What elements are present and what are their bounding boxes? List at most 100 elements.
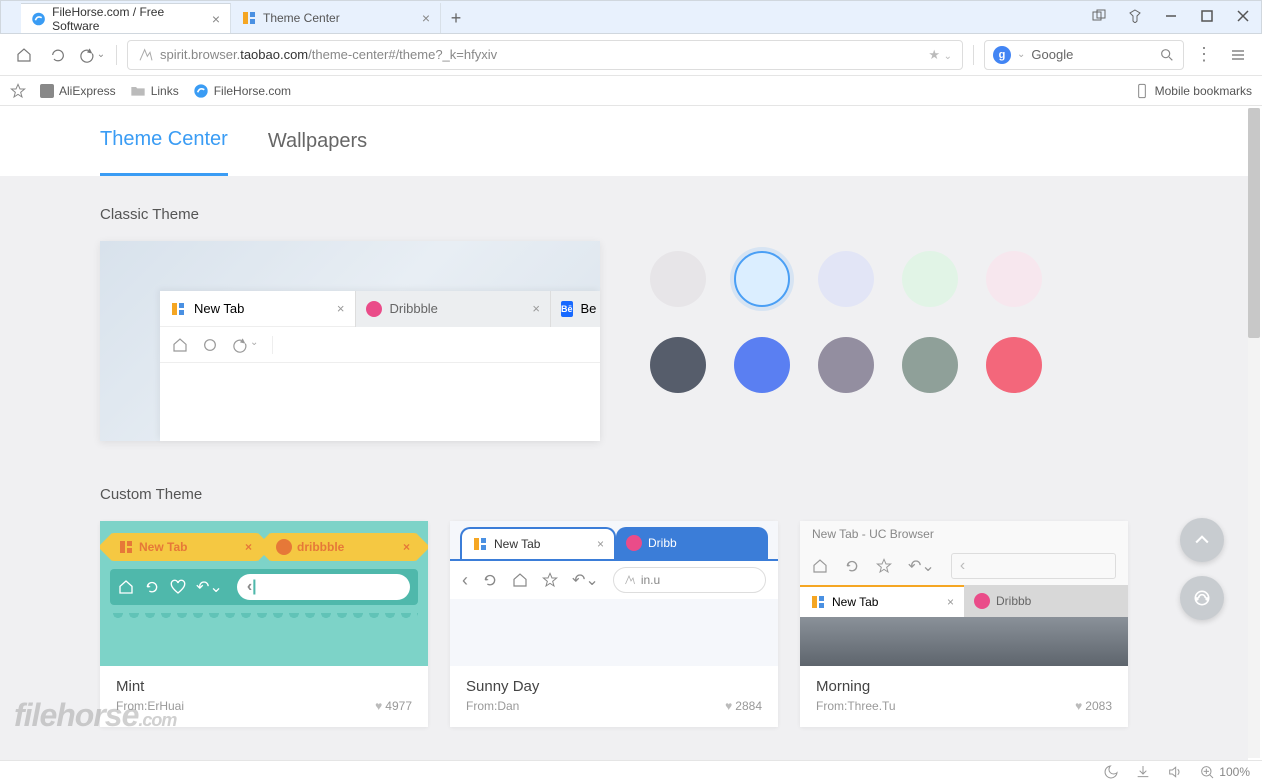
- close-icon: ×: [532, 301, 540, 316]
- uc-icon: [241, 10, 257, 26]
- theme-name: Mint: [116, 678, 412, 695]
- url-text: spirit.browser.taobao.com/theme-center#/…: [160, 47, 497, 62]
- page-icon: [40, 84, 54, 98]
- uc-icon: [170, 301, 186, 317]
- color-swatch[interactable]: [902, 251, 958, 307]
- behance-icon: Bē: [561, 301, 573, 317]
- nav-tabs: Theme Center Wallpapers: [0, 106, 1248, 176]
- reload-icon: [482, 572, 498, 588]
- mock-toolbar: ↶⌄ ‹ |: [110, 569, 418, 605]
- color-swatch[interactable]: [818, 337, 874, 393]
- site-icon: [138, 47, 154, 63]
- back-icon: ⌄: [232, 337, 258, 353]
- color-swatch[interactable]: [650, 337, 706, 393]
- close-icon: ×: [337, 301, 345, 316]
- browser-tab-bar: FileHorse.com / Free Software × Theme Ce…: [0, 0, 1262, 34]
- menu-button[interactable]: [1224, 41, 1252, 69]
- mobile-bookmarks[interactable]: Mobile bookmarks: [1134, 83, 1252, 99]
- undo-icon: ↶⌄: [908, 556, 935, 576]
- close-icon[interactable]: ×: [422, 10, 430, 26]
- bookmark-star-icon[interactable]: ★ ⌄: [928, 47, 952, 63]
- new-tab-button[interactable]: +: [441, 3, 471, 33]
- back-icon: ‹: [462, 570, 468, 591]
- support-button[interactable]: [1180, 576, 1224, 620]
- maximize-button[interactable]: [1189, 0, 1225, 33]
- theme-author: From:Three.Tu: [816, 699, 896, 713]
- separator: [116, 45, 117, 65]
- theme-card-sunny[interactable]: New Tab× Dribb ‹ ↶⌄ in.u S: [450, 521, 778, 727]
- bookmarks-bar: AliExpress Links FileHorse.com Mobile bo…: [0, 76, 1262, 106]
- mock-tab: dribbble×: [268, 533, 418, 561]
- close-button[interactable]: [1225, 0, 1261, 33]
- home-icon: [512, 572, 528, 588]
- bookmark-links[interactable]: Links: [130, 83, 179, 99]
- color-swatch[interactable]: [986, 337, 1042, 393]
- scrollbar-thumb[interactable]: [1248, 108, 1260, 338]
- filehorse-icon: [193, 83, 209, 99]
- search-box[interactable]: g ⌄ Google: [984, 40, 1184, 70]
- bookmark-filehorse[interactable]: FileHorse.com: [193, 83, 291, 99]
- rocket-icon: [624, 574, 636, 586]
- clone-window-icon[interactable]: [1081, 0, 1117, 33]
- mock-tab: Dribbb: [964, 585, 1128, 617]
- star-icon: [542, 572, 558, 588]
- close-icon[interactable]: ×: [212, 11, 220, 27]
- theme-preview: New Tab × Dribbble × Bē Be: [100, 241, 600, 441]
- tab-title: Theme Center: [263, 11, 340, 25]
- color-swatch[interactable]: [650, 251, 706, 307]
- star-icon: [876, 558, 892, 574]
- theme-likes: ♥2884: [725, 699, 762, 713]
- browser-toolbar: ⌄ spirit.browser.taobao.com/theme-center…: [0, 34, 1262, 76]
- theme-author: From:Dan: [466, 699, 519, 713]
- google-icon: g: [993, 46, 1011, 64]
- mock-tab: New Tab×: [460, 527, 616, 559]
- browser-tab-1[interactable]: FileHorse.com / Free Software ×: [21, 3, 231, 33]
- chevron-down-icon[interactable]: ⌄: [1017, 49, 1025, 60]
- reload-icon: [202, 337, 218, 353]
- home-icon: [172, 337, 188, 353]
- theme-name: Morning: [816, 678, 1112, 695]
- minimize-button[interactable]: [1153, 0, 1189, 33]
- color-swatch[interactable]: [818, 251, 874, 307]
- theme-name: Sunny Day: [466, 678, 762, 695]
- back-button[interactable]: ⌄: [78, 41, 106, 69]
- download-icon[interactable]: [1135, 764, 1151, 780]
- classic-theme-heading: Classic Theme: [100, 206, 1148, 223]
- theme-card-morning[interactable]: New Tab - UC Browser ↶⌄ ‹ New Tab× Dribb…: [800, 521, 1128, 727]
- preview-tab-newtab: New Tab ×: [160, 291, 355, 327]
- browser-tab-2[interactable]: Theme Center ×: [231, 3, 441, 33]
- bookmark-aliexpress[interactable]: AliExpress: [40, 84, 116, 98]
- tab-wallpapers[interactable]: Wallpapers: [268, 108, 367, 175]
- dribbble-icon: [366, 301, 382, 317]
- mobile-icon: [1134, 83, 1150, 99]
- window-controls: [1081, 0, 1261, 33]
- home-icon: [118, 579, 134, 595]
- mock-tab: Dribb: [616, 527, 768, 559]
- color-swatch[interactable]: [734, 251, 790, 307]
- tab-theme-center[interactable]: Theme Center: [100, 106, 228, 176]
- star-icon[interactable]: [10, 83, 26, 99]
- status-bar: 100%: [0, 760, 1262, 783]
- mock-tab: New Tab×: [110, 533, 260, 561]
- color-swatch[interactable]: [734, 337, 790, 393]
- zoom-control[interactable]: 100%: [1199, 764, 1250, 780]
- volume-icon[interactable]: [1167, 764, 1183, 780]
- search-icon[interactable]: [1159, 47, 1175, 63]
- night-mode-icon[interactable]: [1103, 764, 1119, 780]
- scroll-top-button[interactable]: [1180, 518, 1224, 562]
- color-swatch[interactable]: [986, 251, 1042, 307]
- address-bar[interactable]: spirit.browser.taobao.com/theme-center#/…: [127, 40, 963, 70]
- zoom-icon: [1199, 764, 1215, 780]
- tab-title: FileHorse.com / Free Software: [52, 5, 206, 33]
- preview-tab-behance: Bē Be: [550, 291, 600, 327]
- undo-icon: ↶⌄: [572, 570, 599, 590]
- color-swatch[interactable]: [902, 337, 958, 393]
- home-button[interactable]: [10, 41, 38, 69]
- more-button[interactable]: ⋮: [1190, 41, 1218, 69]
- page-content: Theme Center Wallpapers Classic Theme Ne…: [0, 106, 1248, 760]
- pin-icon[interactable]: [1117, 0, 1153, 33]
- theme-grid: New Tab× dribbble× ↶⌄ ‹ | M: [100, 521, 1148, 727]
- separator: [973, 45, 974, 65]
- theme-likes: ♥2083: [1075, 699, 1112, 713]
- reload-button[interactable]: [44, 41, 72, 69]
